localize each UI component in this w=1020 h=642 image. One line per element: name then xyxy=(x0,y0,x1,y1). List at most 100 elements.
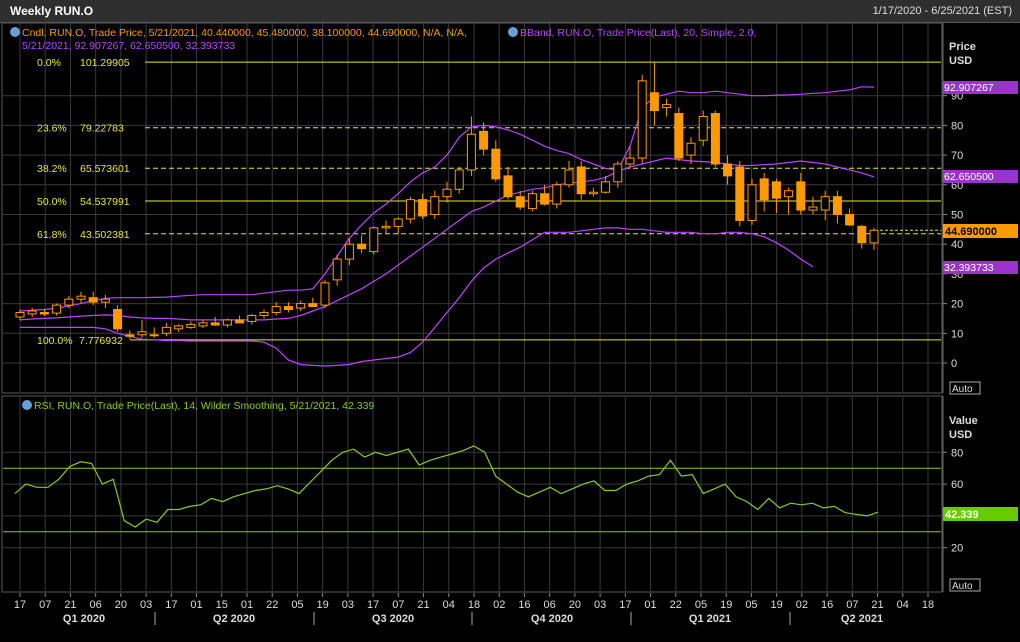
time-tick-label: 15 xyxy=(216,599,228,611)
quarter-label: Q4 2020 xyxy=(531,613,573,625)
candle-body-up xyxy=(405,199,415,220)
candle-body-up xyxy=(369,227,379,253)
time-tick-label: 07 xyxy=(392,599,404,611)
fib-level-pct: 38.2% xyxy=(37,163,67,175)
bband-legend-icon[interactable] xyxy=(508,27,518,37)
candle-body-up xyxy=(442,188,452,198)
time-tick-label: 21 xyxy=(417,599,429,611)
last-price-badge-text: 44.690000 xyxy=(945,226,997,238)
candle-body-up xyxy=(869,229,879,244)
candle-body-up xyxy=(137,331,147,336)
candle-body-down xyxy=(491,148,501,180)
time-tick-label: 19 xyxy=(317,599,329,611)
price-auto-label: Auto xyxy=(952,384,973,395)
chart-svg[interactable]: 0.0% 101.29905 23.6% 79.22783 38.2% 65.573601… xyxy=(0,0,1020,642)
candle-body-up xyxy=(52,304,62,314)
fib-level-pct: 23.6% xyxy=(37,123,67,135)
candle-body-up xyxy=(320,282,330,306)
time-tick-label: 19 xyxy=(771,599,783,611)
time-tick-label: 04 xyxy=(443,599,455,611)
time-tick-label: 20 xyxy=(569,599,581,611)
price-tick-label: 20 xyxy=(951,299,963,311)
candle-body-up xyxy=(625,157,635,165)
candle-body-down xyxy=(832,196,842,215)
rsi-legend-icon[interactable] xyxy=(22,400,32,410)
candle-body-up xyxy=(76,295,86,300)
time-tick-label: 16 xyxy=(518,599,530,611)
candle-body-down xyxy=(845,214,855,226)
fib-level-pct: 61.8% xyxy=(37,229,67,241)
candle-body-up xyxy=(601,181,611,193)
candle-body-up xyxy=(149,334,159,337)
candle-body-down xyxy=(418,199,428,217)
candle-body-up xyxy=(820,196,830,211)
candle-body-up xyxy=(662,104,672,109)
candle-body-down xyxy=(576,166,586,195)
fib-level-value: 7.776932 xyxy=(79,335,123,347)
candle-body-down xyxy=(39,312,49,315)
price-axis-unit: USD xyxy=(949,55,972,67)
candle-body-up xyxy=(393,218,403,227)
candle-body-down xyxy=(235,319,245,324)
candle-body-up xyxy=(247,314,257,322)
candle-body-up xyxy=(564,169,574,186)
quarter-label: Q2 2020 xyxy=(213,613,255,625)
time-tick-label: 01 xyxy=(190,599,202,611)
time-tick-label: 04 xyxy=(897,599,909,611)
candle-body-up xyxy=(198,322,208,327)
candle-body-down xyxy=(857,225,867,244)
rsi-panel xyxy=(1,395,943,593)
candle-body-down xyxy=(210,322,220,326)
candle-body-up xyxy=(64,298,74,306)
candle-body-down xyxy=(515,196,525,208)
candle-body-up xyxy=(174,325,184,330)
fib-level-pct: 100.0% xyxy=(37,335,73,347)
rsi-tick-label: 80 xyxy=(951,447,963,459)
quarter-label: Q1 2021 xyxy=(689,613,731,625)
price-axis-title: Price xyxy=(949,41,976,53)
time-tick-label: 22 xyxy=(266,599,278,611)
time-tick-label: 05 xyxy=(745,599,757,611)
candle-body-down xyxy=(759,178,769,201)
time-tick-label: 02 xyxy=(493,599,505,611)
fib-level-pct: 0.0% xyxy=(37,57,61,69)
time-tick-label: 06 xyxy=(544,599,556,611)
time-tick-label: 03 xyxy=(140,599,152,611)
time-tick-label: 17 xyxy=(367,599,379,611)
candle-body-up xyxy=(784,190,794,198)
candle-body-down xyxy=(710,113,720,165)
candle-body-up xyxy=(637,80,647,159)
fib-level-value: 101.29905 xyxy=(80,57,130,69)
time-tick-label: 18 xyxy=(468,599,480,611)
rsi-tick-label: 60 xyxy=(951,479,963,491)
time-tick-label: 16 xyxy=(821,599,833,611)
time-tick-label: 05 xyxy=(291,599,303,611)
candle-body-up xyxy=(552,184,562,205)
bband-legend: BBand, RUN.O, Trade Price(Last), 20, Sim… xyxy=(520,27,756,39)
candle-body-down xyxy=(771,181,781,199)
time-tick-label: 17 xyxy=(14,599,26,611)
time-tick-label: 03 xyxy=(342,599,354,611)
fib-level-value: 79.22783 xyxy=(80,123,124,135)
candle-body-down xyxy=(308,303,318,308)
candle-body-down xyxy=(735,166,745,221)
candle-body-up xyxy=(259,312,269,316)
candle-body-up xyxy=(686,142,696,156)
fib-level-value: 54.537991 xyxy=(80,196,130,208)
candle-body-down xyxy=(479,130,489,150)
candle-body-up xyxy=(161,326,171,334)
bband-legend-values: 5/21/2021, 92.907267, 62.650500, 32.3937… xyxy=(22,40,235,52)
fib-level-pct: 50.0% xyxy=(37,196,67,208)
time-tick-label: 20 xyxy=(115,599,127,611)
candle-legend-icon[interactable] xyxy=(10,27,20,37)
time-tick-label: 07 xyxy=(39,599,51,611)
rsi-tick-label: 20 xyxy=(951,543,963,555)
candle-body-down xyxy=(113,309,123,330)
price-tick-label: 70 xyxy=(951,150,963,162)
candle-body-down xyxy=(357,243,367,250)
candle-body-up xyxy=(430,196,440,215)
candle-body-up xyxy=(296,303,306,309)
candle-body-down xyxy=(283,306,293,311)
candle-body-down xyxy=(125,334,135,337)
time-tick-label: 03 xyxy=(594,599,606,611)
